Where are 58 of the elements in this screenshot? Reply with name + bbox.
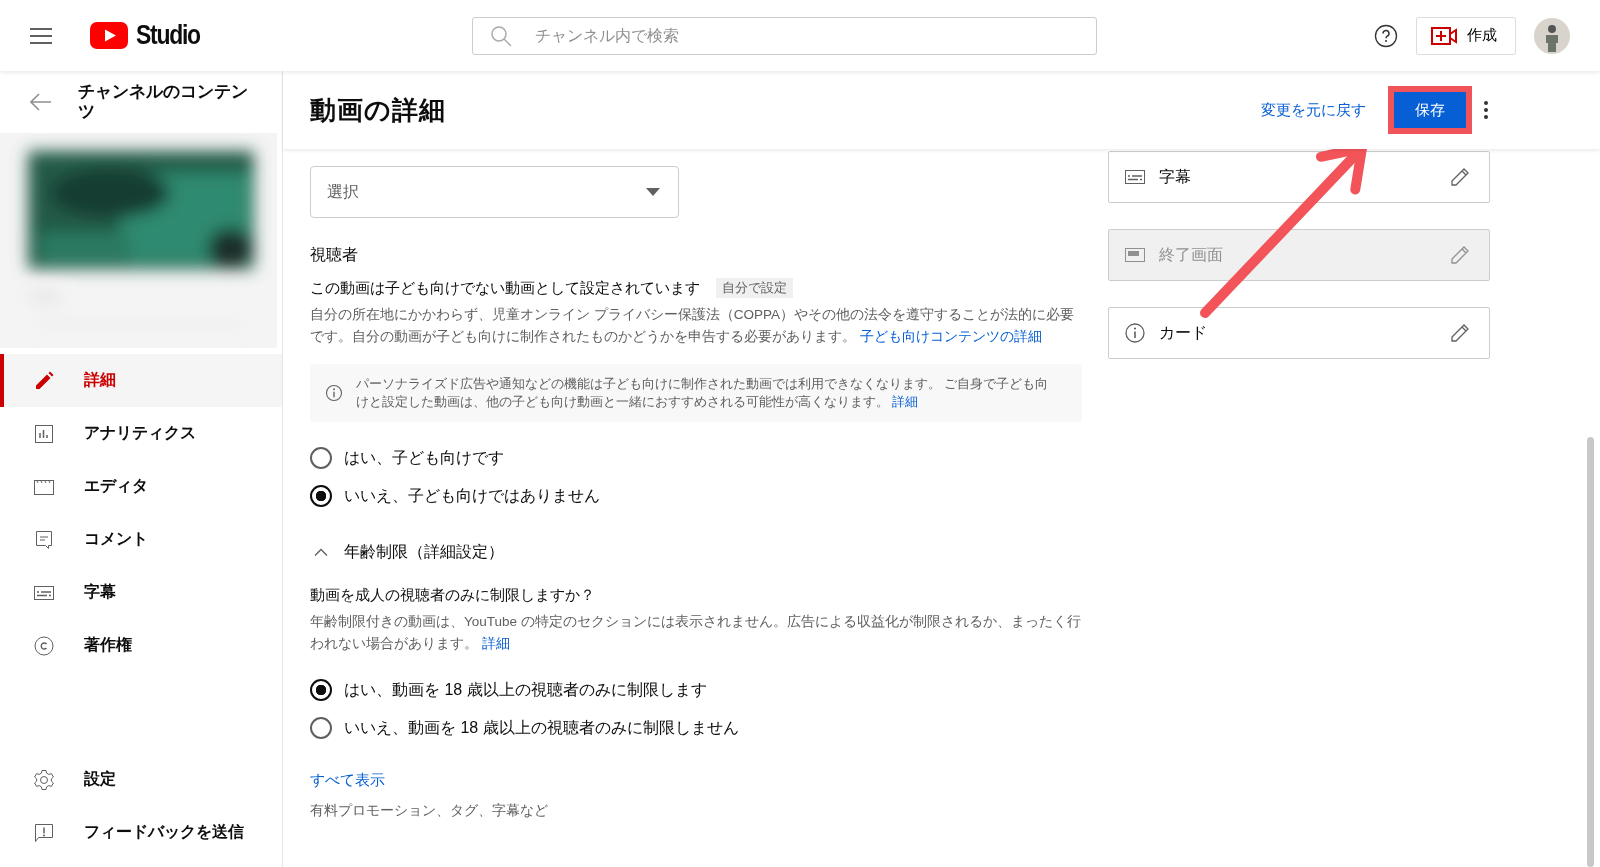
scrollbar-thumb[interactable] — [1587, 437, 1594, 867]
info-text: パーソナライズド広告や通知などの機能は子ども向けに制作された動画では利用できなくなります。 ご自身で子ども向けと設定した動画は、他の子ども向け動画と一緒におすすめされる可能性が高くなります。 詳細 — [356, 376, 1050, 411]
sidebar-item[interactable]: 詳細 — [0, 354, 282, 407]
sidebar-item[interactable]: コメント — [0, 513, 282, 566]
editor-card[interactable]: 字幕 — [1108, 151, 1490, 203]
card-label: 字幕 — [1159, 166, 1191, 187]
radio-label[interactable]: はい、動画を 18 歳以上の視聴者のみに制限します — [344, 679, 707, 701]
show-all-link[interactable]: すべて表示 — [310, 771, 385, 790]
radio-label[interactable]: はい、子ども向けです — [344, 447, 504, 469]
undo-changes-link[interactable]: 変更を元に戻す — [1261, 100, 1366, 120]
radio-label[interactable]: いいえ、子ども向けではありません — [344, 485, 600, 507]
audience-status: この動画は子ども向けでない動画として設定されています — [310, 278, 700, 298]
card-label: 終了画面 — [1159, 244, 1223, 265]
page-title: 動画の詳細 — [310, 93, 446, 127]
editor-card[interactable]: カード — [1108, 307, 1490, 359]
more-options-icon[interactable] — [1484, 101, 1488, 119]
info-icon — [324, 383, 344, 403]
section-heading: 視聴者 — [310, 245, 359, 265]
channel-content-title[interactable]: チャンネルのコンテンツ — [78, 81, 248, 123]
sidebar-item[interactable]: 著作権 — [0, 619, 282, 672]
description-text: 自分の所在地にかかわらず、児童オンライン プライバシー保護法（COPPA）やその他の法令を遵守することが法的に必要です。自分の動画が子ども向けに制作されたものかどうかを申告する必要があります。 子ども向けコンテンツの詳細 — [310, 306, 1075, 346]
search-icon — [490, 24, 512, 47]
search-field[interactable]: チャンネル内で検索 — [472, 16, 1097, 55]
card-label: カード — [1159, 322, 1207, 343]
dropdown-caret-icon — [646, 188, 660, 196]
learn-more-link[interactable]: 子ども向けコンテンツの詳細 — [859, 329, 1042, 344]
description-text: 年齢制限付きの動画は、YouTube の特定のセクションには表示されません。広告による収益化が制限されるか、まったく行われない場合があります。 詳細 — [310, 613, 1082, 653]
edit-pencil-icon[interactable] — [1449, 322, 1471, 344]
sidebar-item[interactable]: フィードバックを送信 — [0, 806, 282, 859]
create-button[interactable]: 作成 — [1416, 16, 1516, 55]
save-button[interactable]: 保存 — [1394, 92, 1466, 128]
sidebar-item[interactable]: 設定 — [0, 753, 282, 806]
copyright-icon — [32, 633, 56, 658]
radio-label[interactable]: いいえ、動画を 18 歳以上の視聴者のみに制限しません — [344, 717, 739, 739]
edit-pencil-icon[interactable] — [1449, 166, 1471, 188]
radio-button[interactable] — [310, 717, 332, 739]
help-icon[interactable] — [1374, 23, 1398, 48]
info-icon — [1123, 321, 1147, 345]
sidebar-item[interactable]: 字幕 — [0, 566, 282, 619]
radio-button[interactable] — [310, 679, 332, 701]
menu-icon[interactable] — [30, 27, 52, 44]
question-text: 動画を成人の視聴者のみに制限しますか？ — [310, 586, 596, 605]
back-arrow-icon[interactable] — [30, 93, 52, 111]
self-set-label: 自分で設定 — [716, 278, 793, 298]
sidebar-item[interactable]: アナリティクス — [0, 407, 282, 460]
logo-icon[interactable] — [90, 22, 128, 49]
select-dropdown[interactable]: 選択 — [310, 166, 679, 218]
learn-more-link[interactable]: 詳細 — [892, 395, 919, 409]
sidebar-item[interactable]: エディタ — [0, 460, 282, 513]
logo-text: Studio — [136, 20, 200, 51]
video-camera-icon — [1431, 26, 1457, 45]
summary-text: 有料プロモーション、タグ、字幕など — [310, 802, 549, 820]
avatar[interactable] — [1534, 17, 1570, 54]
learn-more-link[interactable]: 詳細 — [481, 636, 510, 651]
radio-button[interactable] — [310, 447, 332, 469]
settings-icon — [32, 767, 56, 792]
radio-button[interactable] — [310, 485, 332, 507]
age-restriction-toggle[interactable]: 年齢制限（詳細設定） — [310, 537, 1082, 567]
